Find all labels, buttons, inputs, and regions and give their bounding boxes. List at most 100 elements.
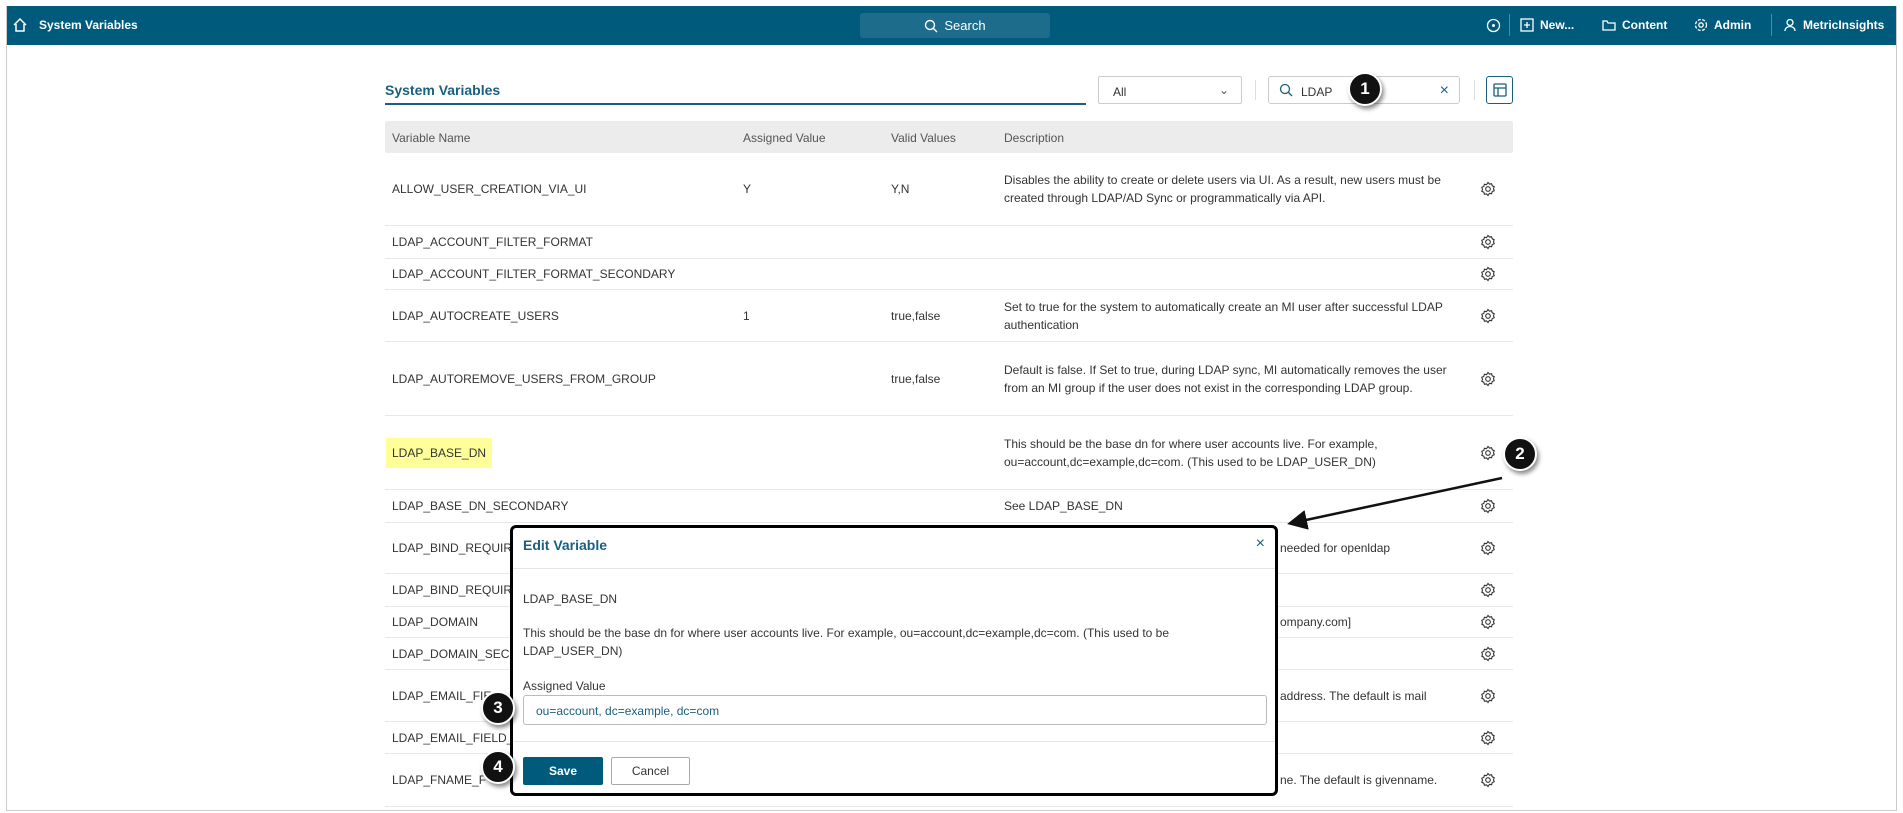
save-button[interactable]: Save [523,757,603,785]
table-row: LDAP_AUTOCREATE_USERS 1 true,false Set to t… [385,290,1513,342]
divider [513,568,1275,569]
col-valid-values[interactable]: Valid Values [891,131,956,145]
valid-values-cell: true,false [891,371,941,386]
title-underline [385,103,1086,105]
variable-name: LDAP_BASE_DN [523,592,618,606]
top-bar: System Variables Search New... Content A… [7,6,1896,45]
variable-description: This should be the base dn for where use… [523,626,1170,658]
global-search-button[interactable]: Search [860,13,1050,38]
gear-icon[interactable] [1480,445,1496,461]
callout-4: 4 [481,750,515,784]
variable-name-cell: LDAP_BIND_REQUIR [392,583,512,597]
valid-values-cell: Y,N [891,182,910,196]
user-label: MetricInsights [1803,18,1885,32]
new-menu[interactable]: New... [1520,18,1574,32]
layout-icon [1492,83,1507,97]
variable-name: LDAP_AUTOCREATE_USERS [392,308,559,323]
divider [1255,80,1256,100]
variable-name: LDAP_DOMAIN_SEC [392,646,510,661]
content-label: Content [1622,18,1668,32]
assigned-value-input[interactable]: ou=account, dc=example, dc=com [523,695,1267,725]
variable-name-cell: LDAP_BASE_DN_SECONDARY [392,499,569,513]
variable-name-cell: LDAP_FNAME_F [392,773,486,787]
chevron-down-icon: ⌄ [1218,83,1229,97]
table-row: LDAP_BASE_DN This should be the base dn f… [385,416,1513,490]
variable-name: LDAP_ACCOUNT_FILTER_FORMAT [392,235,593,249]
search-label: Search [944,18,986,33]
gear-icon[interactable] [1480,498,1496,514]
description-cell: This should be the base dn for where use… [1004,436,1378,469]
variable-name: ALLOW_USER_CREATION_VIA_UI [392,182,587,196]
user-menu[interactable]: MetricInsights [1783,18,1884,32]
content-menu[interactable]: Content [1602,18,1667,32]
gear-icon[interactable] [1480,540,1496,556]
filter-select[interactable]: All ⌄ [1098,76,1242,104]
variable-name: LDAP_EMAIL_FIE [392,688,492,703]
gear-icon[interactable] [1480,266,1496,282]
layout-button[interactable] [1486,76,1513,104]
palette-icon[interactable] [1486,18,1501,33]
description-cell: needed for openldap [1280,541,1391,555]
gear-icon[interactable] [1480,371,1496,387]
description-cell: ne. The default is givenname. [1280,773,1438,787]
gear-icon [1694,18,1708,32]
variable-name-cell: LDAP_DOMAIN_SEC [392,647,509,661]
assigned-value-cell: Y [743,182,752,196]
close-icon[interactable]: × [1256,535,1265,553]
divider [1771,14,1772,36]
gear-icon[interactable] [1480,646,1496,662]
gear-icon[interactable] [1480,181,1496,197]
filter-value: All [1113,85,1127,99]
gear-icon[interactable] [1480,582,1496,598]
gear-icon[interactable] [1480,614,1496,630]
gear-icon[interactable] [1480,688,1496,704]
gear-icon[interactable] [1480,234,1496,250]
callout-1: 1 [1348,72,1382,106]
dialog-title: Edit Variable [523,537,608,553]
table-row: LDAP_BASE_DN_SECONDARY See LDAP_BASE_DN [385,490,1513,523]
variable-name-cell: LDAP_EMAIL_FIE [392,689,491,703]
divider [1509,14,1510,36]
valid-values-cell: true,false [891,308,941,323]
description-cell: ompany.com] [1280,615,1352,629]
clear-icon[interactable]: × [1440,82,1449,100]
description-cell: Default is false. If Set to true, during… [1004,362,1447,395]
variable-name-cell: LDAP_DOMAIN [392,615,478,629]
folder-icon [1602,20,1616,31]
assigned-value-label: Assigned Value [523,679,606,693]
plus-square-icon [1520,18,1534,32]
page-title: System Variables [385,82,501,98]
variable-name-cell: LDAP_AUTOREMOVE_USERS_FROM_GROUP [392,372,656,386]
table-row: LDAP_AUTOREMOVE_USERS_FROM_GROUP true,fal… [385,342,1513,416]
variable-name: LDAP_FNAME_F [392,773,487,787]
variable-name: LDAP_EMAIL_FIELD_ [392,730,514,745]
variable-name-cell: LDAP_AUTOCREATE_USERS [392,309,559,323]
variable-name: LDAP_ACCOUNT_FILTER_FORMAT_SECONDARY [392,267,676,281]
variable-name: LDAP_AUTOREMOVE_USERS_FROM_GROUP [392,371,656,386]
app-title: System Variables [39,18,138,32]
variable-name-cell: LDAP_ACCOUNT_FILTER_FORMAT_SECONDARY [392,267,675,281]
col-assigned-value[interactable]: Assigned Value [743,131,826,145]
gear-icon[interactable] [1480,730,1496,746]
callout-3: 3 [481,691,515,725]
new-label: New... [1540,18,1575,32]
variable-name: LDAP_BIND_REQUIR [392,541,513,555]
user-icon [1784,18,1796,32]
search-icon [925,19,938,32]
gear-icon[interactable] [1480,772,1496,788]
search-value: LDAP [1301,85,1333,99]
cancel-button[interactable]: Cancel [611,757,690,785]
home-icon[interactable] [13,18,27,32]
variable-name-cell: LDAP_BIND_REQUIR [392,541,512,555]
col-description[interactable]: Description [1004,131,1064,145]
admin-menu[interactable]: Admin [1694,18,1751,32]
assigned-value-cell: 1 [743,308,750,323]
variable-name: LDAP_BIND_REQUIR [392,583,513,597]
variable-name-cell: LDAP_BASE_DN [386,437,493,468]
variable-name-cell: LDAP_EMAIL_FIELD_ [392,731,513,745]
gear-icon[interactable] [1480,308,1496,324]
divider [513,741,1275,742]
variable-name: LDAP_BASE_DN_SECONDARY [392,499,569,513]
col-variable-name[interactable]: Variable Name [392,131,470,145]
search-icon [1279,83,1293,97]
